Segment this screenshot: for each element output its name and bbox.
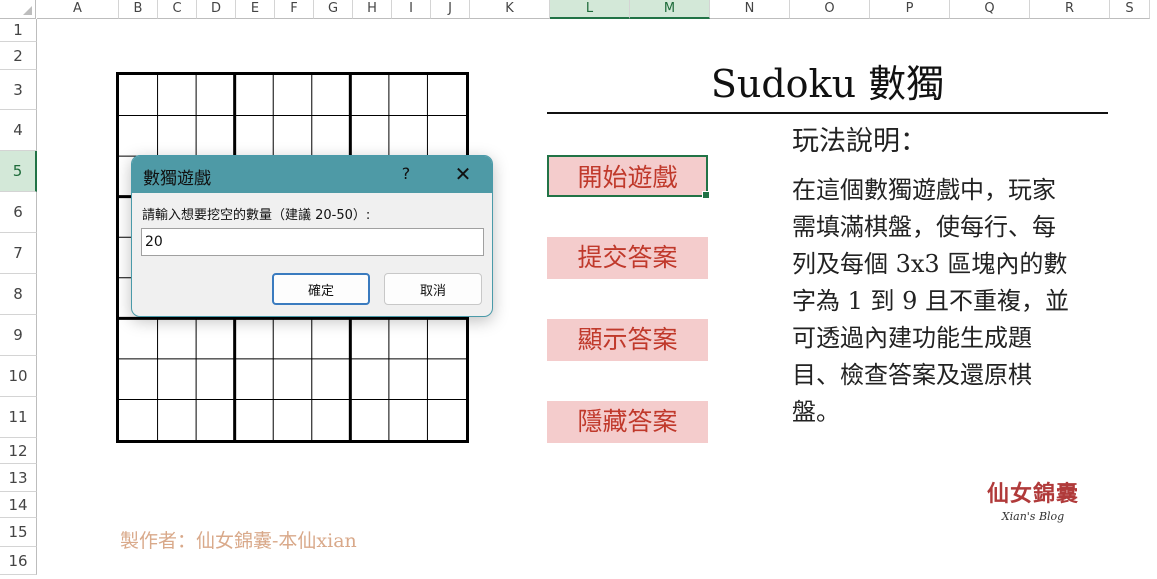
row-header-14[interactable]: 14 bbox=[0, 492, 37, 518]
column-header-n[interactable]: N bbox=[710, 0, 790, 19]
column-header-j[interactable]: J bbox=[431, 0, 470, 19]
column-header: ABCDEFGHIJKLMNOPQRS bbox=[0, 0, 1157, 19]
row-header-16[interactable]: 16 bbox=[0, 547, 37, 575]
dialog-titlebar[interactable]: 數獨遊戲 ? ✕ bbox=[132, 156, 492, 193]
row-header-2[interactable]: 2 bbox=[0, 42, 37, 70]
help-icon[interactable]: ? bbox=[394, 162, 418, 186]
column-header-d[interactable]: D bbox=[197, 0, 236, 19]
row-header-11[interactable]: 11 bbox=[0, 397, 37, 438]
column-header-a[interactable]: A bbox=[37, 0, 119, 19]
author-credit: 製作者：仙女錦囊-本仙xian bbox=[120, 530, 357, 552]
column-header-o[interactable]: O bbox=[790, 0, 870, 19]
row-header-8[interactable]: 8 bbox=[0, 274, 37, 315]
column-header-f[interactable]: F bbox=[275, 0, 314, 19]
rules-heading: 玩法說明： bbox=[792, 126, 927, 157]
column-header-s[interactable]: S bbox=[1110, 0, 1150, 19]
row-header-10[interactable]: 10 bbox=[0, 356, 37, 397]
column-header-m[interactable]: M bbox=[630, 0, 710, 19]
column-header-p[interactable]: P bbox=[870, 0, 950, 19]
dialog-prompt: 請輸入想要挖空的數量（建議 20-50）: bbox=[142, 208, 371, 223]
submit-answer-button[interactable]: 提交答案 bbox=[547, 237, 708, 279]
column-header-r[interactable]: R bbox=[1030, 0, 1110, 19]
select-all-corner[interactable] bbox=[0, 0, 36, 19]
row-header-6[interactable]: 6 bbox=[0, 192, 37, 233]
row-header-4[interactable]: 4 bbox=[0, 110, 37, 151]
row-header-3[interactable]: 3 bbox=[0, 70, 37, 110]
show-answer-button[interactable]: 顯示答案 bbox=[547, 319, 708, 361]
start-game-button[interactable]: 開始遊戲 bbox=[547, 155, 710, 199]
hide-answer-button[interactable]: 隱藏答案 bbox=[547, 401, 708, 443]
column-header-h[interactable]: H bbox=[353, 0, 392, 19]
row-header-12[interactable]: 12 bbox=[0, 438, 37, 464]
column-header-i[interactable]: I bbox=[392, 0, 431, 19]
row-header-9[interactable]: 9 bbox=[0, 315, 37, 356]
row-header-15[interactable]: 15 bbox=[0, 518, 37, 547]
column-header-c[interactable]: C bbox=[158, 0, 197, 19]
logo-subtitle: Xian's Blog bbox=[1001, 510, 1065, 523]
row-header-1[interactable]: 1 bbox=[0, 19, 37, 42]
rules-line: 在這個數獨遊戲中，玩家 bbox=[792, 176, 1056, 204]
row-header-5[interactable]: 5 bbox=[0, 151, 37, 192]
ok-button[interactable]: 確定 bbox=[272, 273, 370, 305]
blog-logo: 仙女錦囊 Xian's Blog bbox=[978, 476, 1088, 526]
rules-line: 目、檢查答案及還原棋 bbox=[792, 361, 1032, 389]
row-header-13[interactable]: 13 bbox=[0, 464, 37, 492]
dialog-title: 數獨遊戲 bbox=[143, 169, 211, 189]
row-header-7[interactable]: 7 bbox=[0, 233, 37, 274]
rules-text: 在這個數獨遊戲中，玩家 需填滿棋盤，使每行、每 列及每個 3x3 區塊內的數 字… bbox=[792, 172, 1092, 431]
column-header-q[interactable]: Q bbox=[950, 0, 1030, 19]
rules-line: 列及每個 3x3 區塊內的數 bbox=[792, 250, 1068, 278]
column-header-g[interactable]: G bbox=[314, 0, 353, 19]
rules-line: 可透過內建功能生成題 bbox=[792, 324, 1032, 352]
input-dialog: 數獨遊戲 ? ✕ 請輸入想要挖空的數量（建議 20-50）: 確定 取消 bbox=[131, 155, 493, 317]
close-icon[interactable]: ✕ bbox=[448, 162, 478, 186]
rules-line: 需填滿棋盤，使每行、每 bbox=[792, 213, 1056, 241]
logo-title: 仙女錦囊 bbox=[986, 481, 1079, 507]
blank-count-input[interactable] bbox=[141, 228, 484, 256]
column-header-k[interactable]: K bbox=[470, 0, 550, 19]
page-title: Sudoku 數獨 bbox=[547, 58, 1108, 114]
rules-line: 字為 1 到 9 且不重複，並 bbox=[792, 287, 1070, 315]
column-header-b[interactable]: B bbox=[119, 0, 158, 19]
cancel-button[interactable]: 取消 bbox=[384, 273, 482, 305]
column-header-l[interactable]: L bbox=[550, 0, 630, 19]
column-header-e[interactable]: E bbox=[236, 0, 275, 19]
rules-line: 盤。 bbox=[792, 398, 840, 426]
row-header: 1 2 3 4 5 6 7 8 9 10 11 12 13 14 15 16 bbox=[0, 19, 37, 579]
